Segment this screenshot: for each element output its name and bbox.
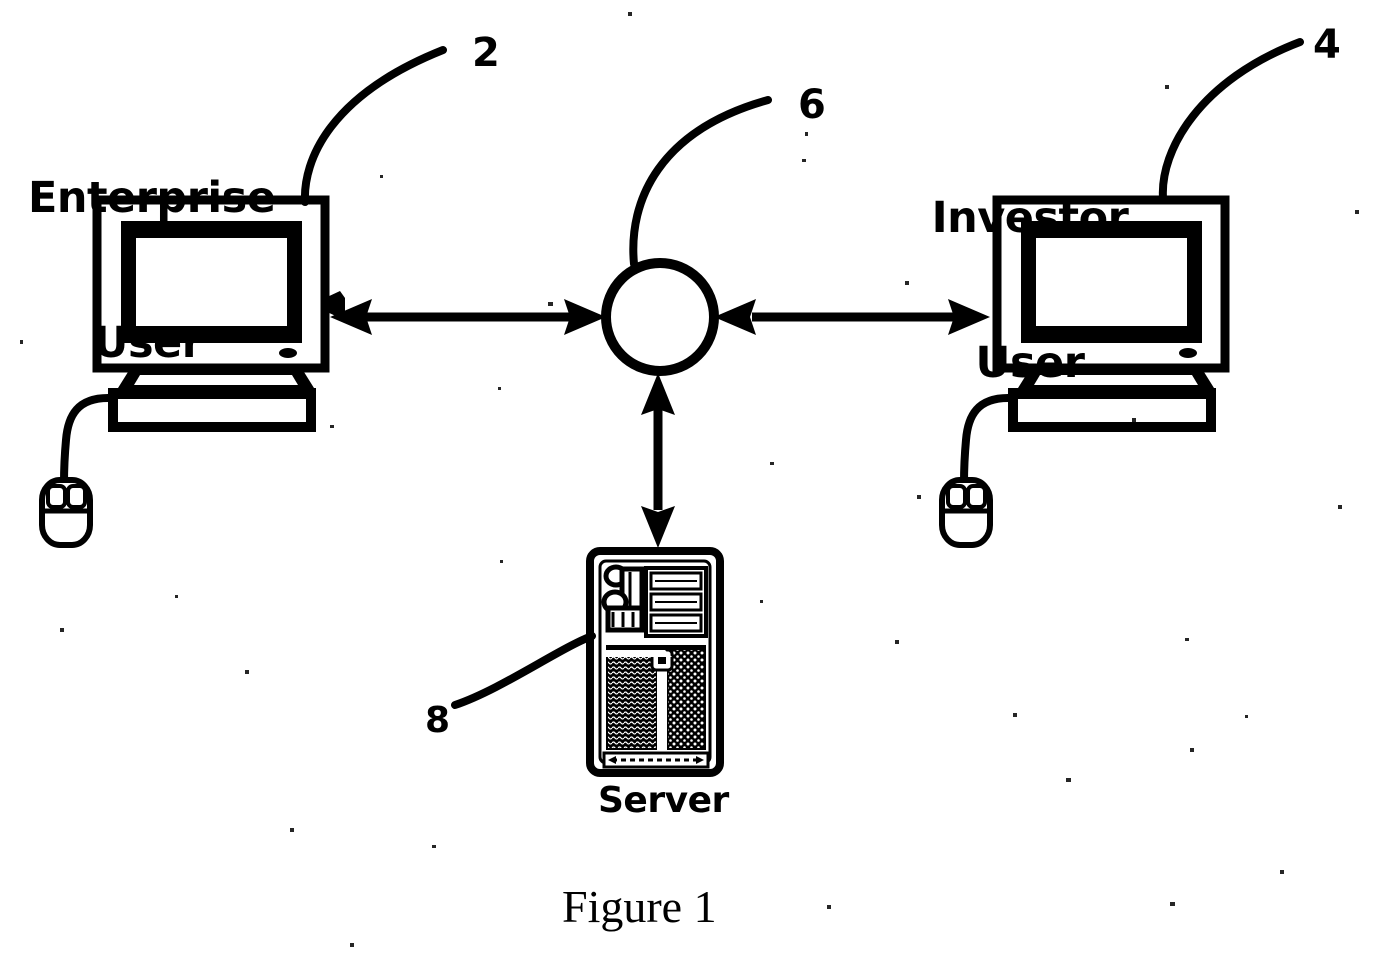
callout-leader-6 bbox=[629, 96, 772, 268]
callout-number-6: 6 bbox=[798, 82, 826, 128]
investor-user-label-line2: User bbox=[975, 337, 1085, 388]
server-tower-icon bbox=[586, 547, 724, 777]
network-circle-icon bbox=[601, 258, 719, 376]
callout-number-8: 8 bbox=[425, 700, 451, 741]
enterprise-user-label-line1: Enterprise bbox=[28, 173, 276, 224]
callout-number-2: 2 bbox=[472, 30, 500, 76]
callout-leader-2 bbox=[300, 46, 447, 206]
figure-page: Enterprise User Investor User 2 4 6 8 Se… bbox=[0, 0, 1375, 964]
callout-leader-4 bbox=[1158, 38, 1304, 202]
callout-number-4: 4 bbox=[1313, 22, 1341, 68]
arrow-network-server bbox=[641, 373, 675, 548]
investor-user-label: Investor User bbox=[925, 98, 1135, 483]
callout-leader-8 bbox=[451, 632, 596, 709]
figure-caption: Figure 1 bbox=[562, 881, 717, 932]
server-caption: Server bbox=[598, 780, 729, 821]
investor-user-label-line1: Investor bbox=[931, 193, 1129, 244]
enterprise-user-label: Enterprise User bbox=[28, 78, 276, 463]
arrow-enterprise-network bbox=[330, 299, 606, 335]
enterprise-user-label-line2: User bbox=[93, 317, 203, 368]
